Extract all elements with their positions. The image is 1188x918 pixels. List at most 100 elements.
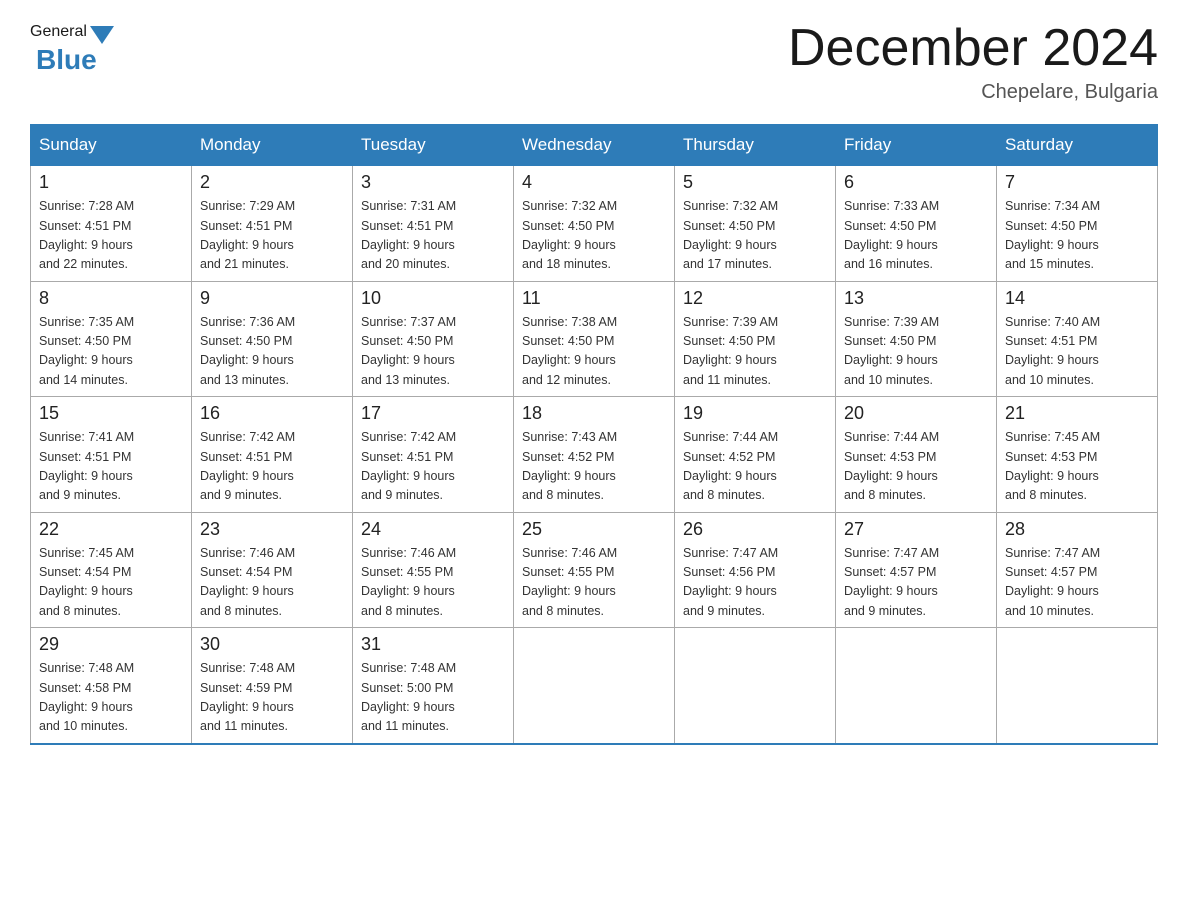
day-info-line: Sunrise: 7:44 AM [844,430,939,444]
day-number: 6 [844,172,988,193]
day-info-line: Daylight: 9 hours [39,584,133,598]
day-info-line: and 8 minutes. [683,488,765,502]
day-info: Sunrise: 7:47 AMSunset: 4:57 PMDaylight:… [844,544,988,622]
header-day-friday: Friday [836,125,997,166]
calendar-cell [514,628,675,744]
day-info-line: Daylight: 9 hours [39,353,133,367]
calendar-cell: 30Sunrise: 7:48 AMSunset: 4:59 PMDayligh… [192,628,353,744]
day-info-line: Sunset: 4:50 PM [522,334,614,348]
calendar-cell: 22Sunrise: 7:45 AMSunset: 4:54 PMDayligh… [31,512,192,628]
day-info-line: Sunrise: 7:42 AM [200,430,295,444]
day-info-line: Sunrise: 7:45 AM [39,546,134,560]
day-info-line: Daylight: 9 hours [522,238,616,252]
day-info-line: and 11 minutes. [683,373,771,387]
day-info: Sunrise: 7:32 AMSunset: 4:50 PMDaylight:… [522,197,666,275]
calendar-cell: 26Sunrise: 7:47 AMSunset: 4:56 PMDayligh… [675,512,836,628]
day-info-line: Sunrise: 7:46 AM [522,546,617,560]
day-info: Sunrise: 7:47 AMSunset: 4:56 PMDaylight:… [683,544,827,622]
day-info-line: and 9 minutes. [844,604,926,618]
day-info-line: Sunrise: 7:39 AM [844,315,939,329]
calendar-cell: 6 Sunrise: 7:33 AMSunset: 4:50 PMDaylight… [836,166,997,282]
day-info-line: Sunrise: 7:29 AM [200,199,295,213]
day-number: 16 [200,403,344,424]
day-info-line: Sunset: 4:58 PM [39,681,131,695]
day-number: 14 [1005,288,1149,309]
day-info-line: and 9 minutes. [39,488,121,502]
day-info-line: Sunset: 4:51 PM [200,450,292,464]
day-info-line: Daylight: 9 hours [1005,238,1099,252]
day-info-line: Daylight: 9 hours [1005,584,1099,598]
day-info-line: and 22 minutes. [39,257,128,271]
day-info-line: Sunrise: 7:45 AM [1005,430,1100,444]
day-info-line: and 10 minutes. [844,373,933,387]
day-info-line: and 8 minutes. [1005,488,1087,502]
day-info: Sunrise: 7:48 AMSunset: 5:00 PMDaylight:… [361,659,505,737]
day-info-line: Sunrise: 7:40 AM [1005,315,1100,329]
header-day-tuesday: Tuesday [353,125,514,166]
day-info-line: and 10 minutes. [1005,373,1094,387]
calendar-cell: 23Sunrise: 7:46 AMSunset: 4:54 PMDayligh… [192,512,353,628]
day-info-line: Sunset: 4:50 PM [683,219,775,233]
day-info-line: and 17 minutes. [683,257,772,271]
calendar-cell: 14Sunrise: 7:40 AMSunset: 4:51 PMDayligh… [997,281,1158,397]
calendar-cell: 31Sunrise: 7:48 AMSunset: 5:00 PMDayligh… [353,628,514,744]
day-info: Sunrise: 7:29 AMSunset: 4:51 PMDaylight:… [200,197,344,275]
day-info-line: and 21 minutes. [200,257,289,271]
week-row-3: 15Sunrise: 7:41 AMSunset: 4:51 PMDayligh… [31,397,1158,513]
calendar-cell: 3Sunrise: 7:31 AMSunset: 4:51 PMDaylight… [353,166,514,282]
calendar-cell: 9Sunrise: 7:36 AMSunset: 4:50 PMDaylight… [192,281,353,397]
day-info-line: Daylight: 9 hours [39,238,133,252]
calendar-cell [836,628,997,744]
day-info-line: Sunset: 4:50 PM [683,334,775,348]
calendar-cell: 5Sunrise: 7:32 AMSunset: 4:50 PMDaylight… [675,166,836,282]
day-info-line: Sunset: 4:50 PM [39,334,131,348]
week-row-1: 1Sunrise: 7:28 AMSunset: 4:51 PMDaylight… [31,166,1158,282]
day-number: 4 [522,172,666,193]
day-info: Sunrise: 7:43 AMSunset: 4:52 PMDaylight:… [522,428,666,506]
calendar-body: 1Sunrise: 7:28 AMSunset: 4:51 PMDaylight… [31,166,1158,744]
day-info-line: Sunrise: 7:46 AM [200,546,295,560]
logo-general-text: General [30,23,87,41]
week-row-2: 8Sunrise: 7:35 AMSunset: 4:50 PMDaylight… [31,281,1158,397]
day-number: 13 [844,288,988,309]
day-info-line: Sunrise: 7:32 AM [522,199,617,213]
page-header: General Blue December 2024 Chepelare, Bu… [30,20,1158,104]
calendar-table: SundayMondayTuesdayWednesdayThursdayFrid… [30,124,1158,745]
calendar-cell: 2Sunrise: 7:29 AMSunset: 4:51 PMDaylight… [192,166,353,282]
day-info-line: and 8 minutes. [522,488,604,502]
day-info-line: Daylight: 9 hours [1005,469,1099,483]
day-info-line: Daylight: 9 hours [522,353,616,367]
calendar-cell: 4 Sunrise: 7:32 AMSunset: 4:50 PMDaylight… [514,166,675,282]
day-info-line: Daylight: 9 hours [200,353,294,367]
calendar-cell: 29Sunrise: 7:48 AMSunset: 4:58 PMDayligh… [31,628,192,744]
calendar-cell: 12Sunrise: 7:39 AMSunset: 4:50 PMDayligh… [675,281,836,397]
day-number: 19 [683,403,827,424]
day-info-line: Sunrise: 7:35 AM [39,315,134,329]
day-info-line: and 11 minutes. [200,719,288,733]
day-info-line: Daylight: 9 hours [844,238,938,252]
month-title: December 2024 [788,20,1158,77]
day-number: 18 [522,403,666,424]
day-info-line: and 20 minutes. [361,257,450,271]
day-info-line: Sunset: 4:52 PM [683,450,775,464]
day-info-line: Daylight: 9 hours [522,584,616,598]
day-info-line: Sunset: 4:57 PM [1005,565,1097,579]
day-info-line: Sunset: 4:50 PM [1005,219,1097,233]
day-info-line: Sunrise: 7:44 AM [683,430,778,444]
header-day-thursday: Thursday [675,125,836,166]
day-info: Sunrise: 7:33 AMSunset: 4:50 PMDaylight:… [844,197,988,275]
day-info-line: Sunset: 5:00 PM [361,681,453,695]
day-info-line: and 8 minutes. [39,604,121,618]
calendar-cell: 27Sunrise: 7:47 AMSunset: 4:57 PMDayligh… [836,512,997,628]
day-info-line: Sunrise: 7:33 AM [844,199,939,213]
day-info-line: and 13 minutes. [361,373,450,387]
day-info-line: Daylight: 9 hours [39,700,133,714]
day-number: 12 [683,288,827,309]
day-info-line: Daylight: 9 hours [200,469,294,483]
day-info-line: Sunset: 4:53 PM [1005,450,1097,464]
day-number: 23 [200,519,344,540]
day-info-line: Sunset: 4:51 PM [1005,334,1097,348]
day-info-line: Sunrise: 7:46 AM [361,546,456,560]
day-info-line: Daylight: 9 hours [361,469,455,483]
day-info-line: and 14 minutes. [39,373,128,387]
